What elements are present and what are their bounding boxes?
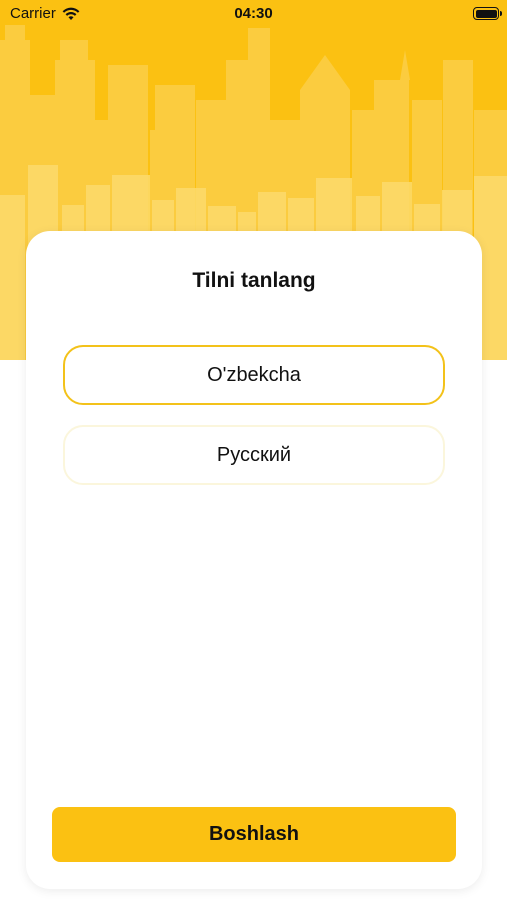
language-option-uzbek[interactable]: O'zbekcha (63, 345, 445, 405)
page-title: Tilni tanlang (192, 269, 316, 292)
status-bar: Carrier 04:30 (0, 0, 507, 30)
language-card: Tilni tanlang O'zbekcha Русский Boshlash (26, 231, 482, 889)
start-button-label: Boshlash (208, 823, 300, 845)
status-time: 04:30 (234, 5, 273, 22)
start-button[interactable]: Boshlash (52, 807, 456, 862)
language-option-russian[interactable]: Русский (63, 425, 445, 485)
language-option-label: O'zbekcha (207, 363, 301, 386)
battery-icon (473, 7, 502, 20)
language-option-label: Русский (216, 443, 292, 466)
